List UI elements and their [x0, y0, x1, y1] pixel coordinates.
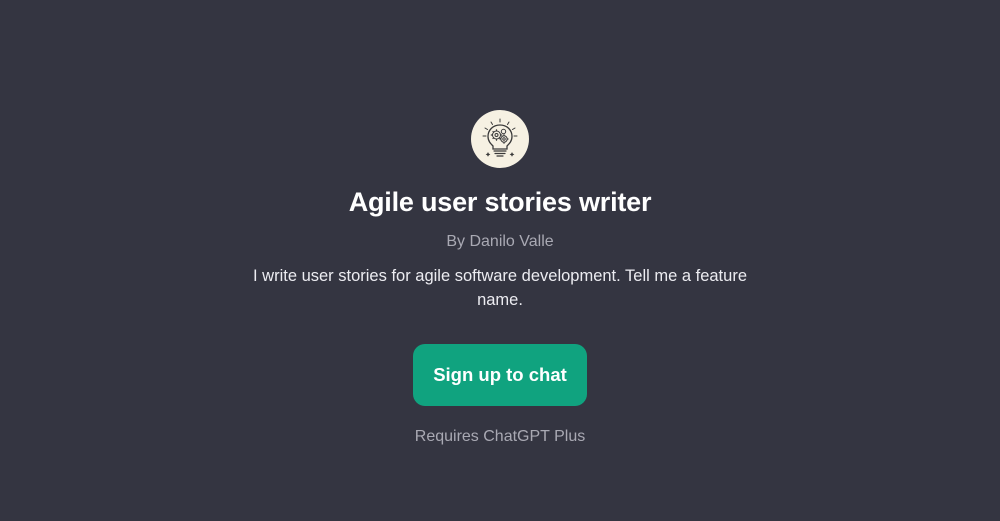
gpt-title: Agile user stories writer	[348, 187, 652, 217]
gpt-description: I write user stories for agile software …	[252, 267, 747, 309]
sign-up-to-chat-button[interactable]: Sign up to chat	[413, 344, 587, 406]
requirement-note: Requires ChatGPT Plus	[414, 428, 586, 445]
gpt-landing: Agile user stories writer By Danilo Vall…	[0, 0, 1000, 521]
gpt-author: By Danilo Valle	[446, 233, 554, 250]
lightbulb-gears-icon	[482, 118, 518, 157]
gpt-avatar	[471, 110, 529, 168]
